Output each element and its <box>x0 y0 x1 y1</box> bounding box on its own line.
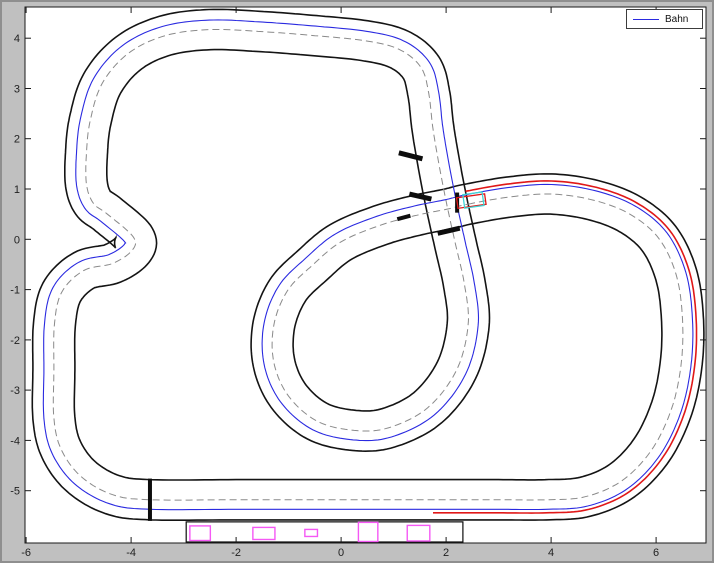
y-tick-label: -2 <box>10 335 20 347</box>
y-tick-label: -4 <box>10 435 20 447</box>
y-tick-label: -1 <box>10 285 20 297</box>
plot-background <box>25 7 706 543</box>
y-tick-label: -3 <box>10 385 20 397</box>
x-tick-label: 4 <box>548 547 554 559</box>
y-tick-label: 4 <box>14 33 20 45</box>
x-tick-label: 6 <box>653 547 659 559</box>
y-tick-label: 2 <box>14 134 20 146</box>
y-tick-label: 0 <box>14 234 20 246</box>
x-tick-label: -2 <box>231 547 241 559</box>
legend-line-sample <box>633 18 659 20</box>
matlab-figure: -6 -4 -2 0 2 4 6 4 3 2 1 0 -1 -2 -3 -4 -5 Bahn <box>0 0 714 563</box>
y-tick-label: 1 <box>14 184 20 196</box>
y-tick-label: 3 <box>14 84 20 96</box>
legend[interactable]: Bahn <box>626 9 703 29</box>
x-tick-label: -4 <box>126 547 136 559</box>
x-tick-label: 2 <box>443 547 449 559</box>
x-tick-label: 0 <box>338 547 344 559</box>
y-tick-label: -5 <box>10 486 20 498</box>
track-plot: -6 -4 -2 0 2 4 6 4 3 2 1 0 -1 -2 -3 -4 -5 <box>0 0 714 563</box>
legend-label: Bahn <box>665 13 689 25</box>
x-tick-label: -6 <box>21 547 31 559</box>
